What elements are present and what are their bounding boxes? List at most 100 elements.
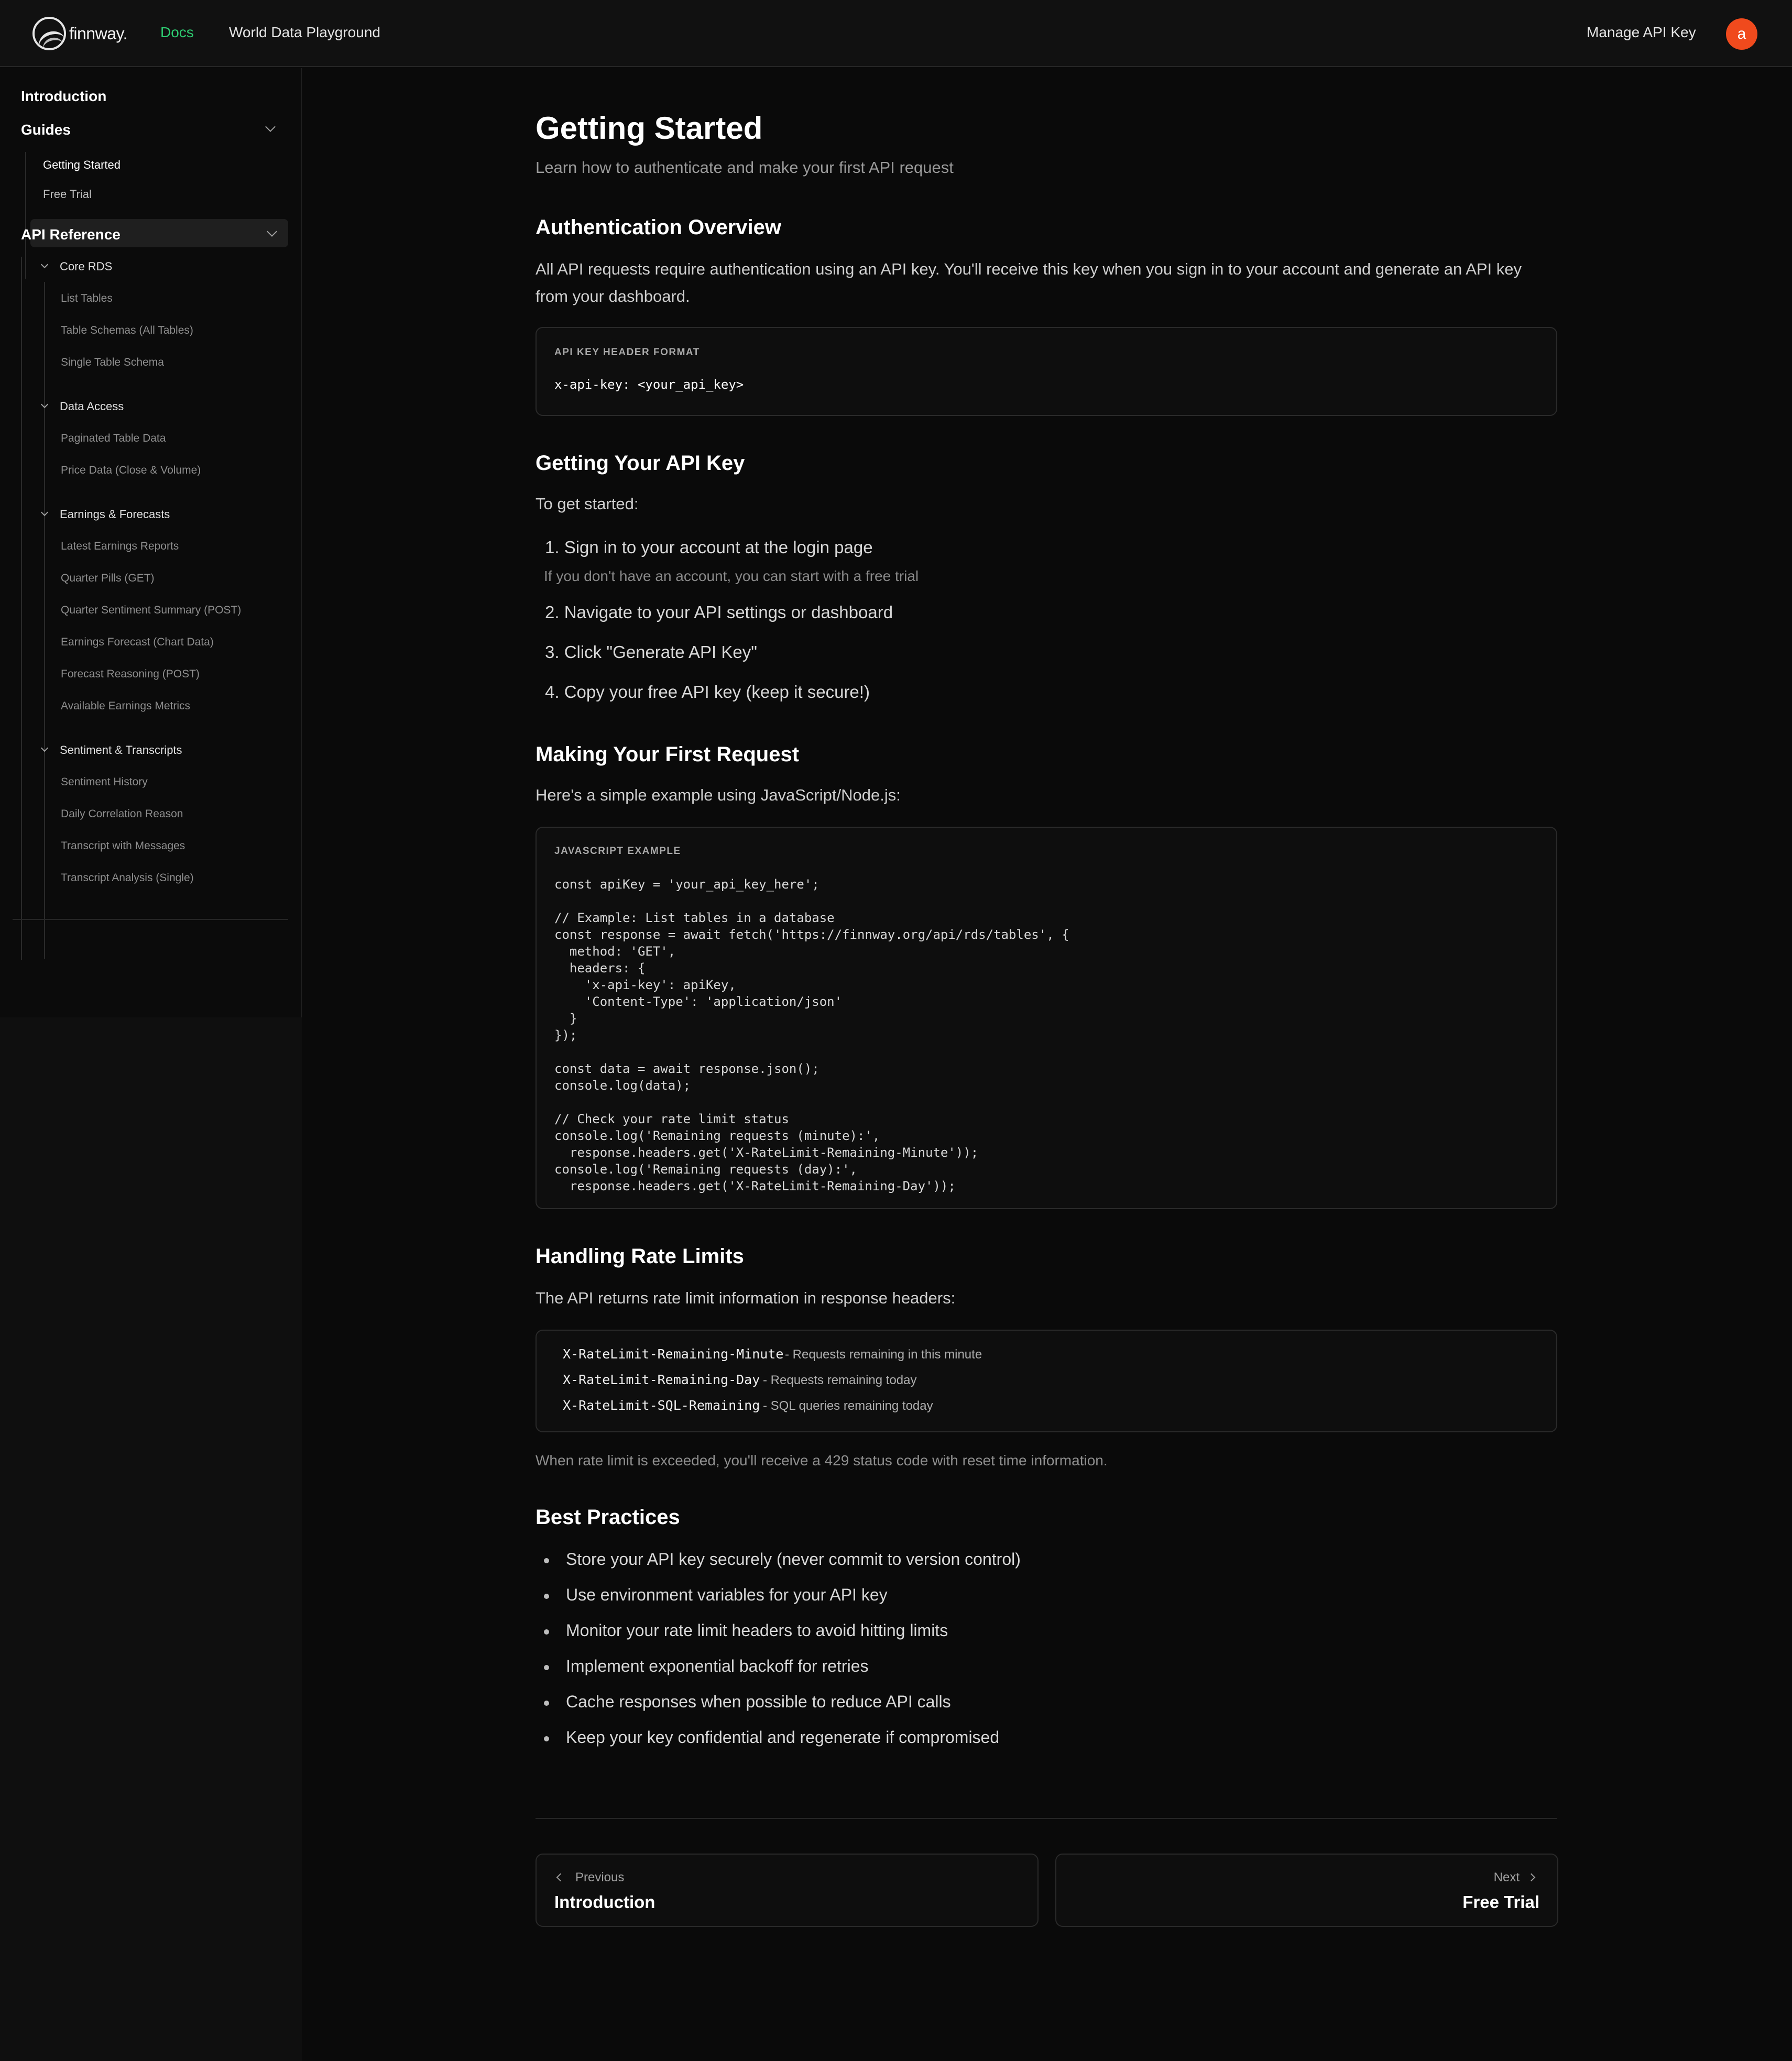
code-line: }); <box>554 1028 577 1043</box>
manage-api-key-link[interactable]: Manage API Key <box>1587 24 1696 41</box>
sidebar-item-introduction[interactable]: Introduction <box>21 88 106 105</box>
code-line: } <box>554 1011 577 1026</box>
code-line: console.log(data); <box>554 1078 691 1093</box>
user-avatar[interactable]: a <box>1726 18 1757 50</box>
sidebar-item-list-tables[interactable]: List Tables <box>61 292 113 305</box>
top-navbar: finnway. Docs World Data Playground Mana… <box>0 0 1792 67</box>
chevron-right-icon <box>1527 1873 1536 1882</box>
chevron-left-icon <box>556 1873 565 1882</box>
sidebar-item-transcript-with-messages[interactable]: Transcript with Messages <box>61 840 185 852</box>
code-line: console.log('Remaining requests (minute)… <box>554 1128 880 1143</box>
rate-limits-intro: The API returns rate limit information i… <box>536 1289 956 1307</box>
sidebar-item-paginated-table-data[interactable]: Paginated Table Data <box>61 432 166 445</box>
best-practice-item: Implement exponential backoff for retrie… <box>566 1657 869 1675</box>
sidebar-group-core-rds[interactable]: Core RDS <box>60 260 112 273</box>
sidebar-item-available-earnings-metrics[interactable]: Available Earnings Metrics <box>61 700 190 712</box>
step-item: 1. Sign in to your account at the login … <box>545 538 873 557</box>
heading-getting-your-api-key: Getting Your API Key <box>536 452 745 475</box>
rate-limit-note: When rate limit is exceeded, you'll rece… <box>536 1452 1108 1468</box>
first-request-intro: Here's a simple example using JavaScript… <box>536 786 901 804</box>
best-practice-item: Monitor your rate limit headers to avoid… <box>566 1621 948 1640</box>
chevron-down-icon[interactable] <box>40 400 49 409</box>
api-tree-line <box>21 257 22 960</box>
chevron-down-icon[interactable] <box>40 508 49 517</box>
previous-page-button[interactable]: Previous Introduction <box>536 1854 1039 1927</box>
code-line: response.headers.get('X-RateLimit-Remain… <box>554 1145 979 1160</box>
finnway-logo-icon <box>32 17 66 50</box>
rate-limit-header-desc: - Requests remaining in this minute <box>785 1347 982 1362</box>
code-line: headers: { <box>554 961 646 975</box>
step-item: 2. Navigate to your API settings or dash… <box>545 602 893 622</box>
code-line: // Check your rate limit status <box>554 1112 789 1126</box>
sidebar-section-api-reference[interactable]: API Reference <box>21 226 121 243</box>
get-key-intro: To get started: <box>536 495 639 513</box>
bullet-icon <box>544 1629 549 1635</box>
sidebar-item-latest-earnings-reports[interactable]: Latest Earnings Reports <box>61 540 179 553</box>
code-line: const data = await response.json(); <box>554 1061 819 1076</box>
code-line: 'x-api-key': apiKey, <box>554 978 736 992</box>
api-key-header-code[interactable]: x-api-key: <your_api_key> <box>554 377 744 392</box>
javascript-example-card: JAVASCRIPT EXAMPLE const apiKey = 'your_… <box>536 827 1557 1209</box>
logo-text: finnway. <box>69 24 128 43</box>
sidebar-item-quarter-pills[interactable]: Quarter Pills (GET) <box>61 572 155 585</box>
heading-best-practices: Best Practices <box>536 1506 680 1529</box>
sidebar-item-single-table-schema[interactable]: Single Table Schema <box>61 356 164 369</box>
sidebar-item-free-trial[interactable]: Free Trial <box>43 188 92 201</box>
finnway-logo[interactable]: finnway. <box>32 17 128 50</box>
sidebar-item-quarter-sentiment-summary[interactable]: Quarter Sentiment Summary (POST) <box>61 604 241 617</box>
code-line: method: 'GET', <box>554 944 676 959</box>
code-line: // Example: List tables in a database <box>554 911 835 925</box>
sidebar-item-price-data[interactable]: Price Data (Close & Volume) <box>61 464 201 477</box>
sidebar-group-sentiment-transcripts[interactable]: Sentiment & Transcripts <box>60 743 182 757</box>
sidebar-item-table-schemas[interactable]: Table Schemas (All Tables) <box>61 324 193 337</box>
next-label: Next <box>1493 1870 1520 1884</box>
bullet-icon <box>544 1558 549 1563</box>
bullet-icon <box>544 1594 549 1599</box>
docs-sidebar: Introduction Guides Getting Started Free… <box>0 68 302 2061</box>
rate-limit-header-key: X-RateLimit-Remaining-Minute <box>563 1346 784 1362</box>
best-practice-item: Keep your key confidential and regenerat… <box>566 1728 1000 1747</box>
chevron-down-icon[interactable] <box>40 260 49 269</box>
code-line: const response = await fetch('https://fi… <box>554 927 1069 942</box>
rate-limit-header-key: X-RateLimit-Remaining-Day <box>563 1372 760 1387</box>
sidebar-item-sentiment-history[interactable]: Sentiment History <box>61 776 148 788</box>
step-note: If you don't have an account, you can st… <box>544 568 919 584</box>
next-page-title: Free Trial <box>1462 1892 1539 1912</box>
step-item: 4. Copy your free API key (keep it secur… <box>545 682 870 701</box>
page-title: Getting Started <box>536 111 763 146</box>
sidebar-item-getting-started[interactable]: Getting Started <box>43 158 121 172</box>
code-block-label: API KEY HEADER FORMAT <box>554 347 700 358</box>
sidebar-item-daily-correlation-reason[interactable]: Daily Correlation Reason <box>61 808 183 820</box>
previous-page-title: Introduction <box>554 1892 655 1912</box>
auth-body-text: All API requests require authentication … <box>536 260 1522 305</box>
previous-label: Previous <box>575 1870 625 1884</box>
sidebar-divider <box>13 919 288 920</box>
step-item: 3. Click "Generate API Key" <box>545 642 757 662</box>
sidebar-empty-area <box>0 1017 302 2061</box>
page-subtitle: Learn how to authenticate and make your … <box>536 158 954 177</box>
bullet-icon <box>544 1736 549 1741</box>
bullet-icon <box>544 1701 549 1706</box>
sidebar-item-transcript-analysis[interactable]: Transcript Analysis (Single) <box>61 872 194 884</box>
chevron-down-icon[interactable] <box>265 122 276 132</box>
heading-making-your-first-request: Making Your First Request <box>536 743 800 766</box>
sentiment-tree-line <box>44 766 45 959</box>
chevron-down-icon[interactable] <box>40 744 49 752</box>
rate-limit-header-key: X-RateLimit-SQL-Remaining <box>563 1398 760 1413</box>
best-practice-item: Cache responses when possible to reduce … <box>566 1692 951 1711</box>
code-line: console.log('Remaining requests (day):', <box>554 1162 857 1177</box>
heading-authentication-overview: Authentication Overview <box>536 216 781 239</box>
nav-playground-link[interactable]: World Data Playground <box>229 24 380 41</box>
best-practice-item: Use environment variables for your API k… <box>566 1585 888 1604</box>
bullet-icon <box>544 1665 549 1670</box>
api-key-header-card: API KEY HEADER FORMAT x-api-key: <your_a… <box>536 327 1557 416</box>
sidebar-group-earnings-forecasts[interactable]: Earnings & Forecasts <box>60 508 170 521</box>
code-block-label: JAVASCRIPT EXAMPLE <box>554 846 681 857</box>
sidebar-item-earnings-forecast[interactable]: Earnings Forecast (Chart Data) <box>61 636 214 649</box>
sidebar-item-forecast-reasoning[interactable]: Forecast Reasoning (POST) <box>61 668 200 681</box>
nav-docs-link[interactable]: Docs <box>160 24 194 41</box>
sidebar-section-guides[interactable]: Guides <box>21 122 71 138</box>
guides-tree-line <box>25 152 26 279</box>
sidebar-group-data-access[interactable]: Data Access <box>60 400 124 413</box>
next-page-button[interactable]: Next Free Trial <box>1055 1854 1558 1927</box>
